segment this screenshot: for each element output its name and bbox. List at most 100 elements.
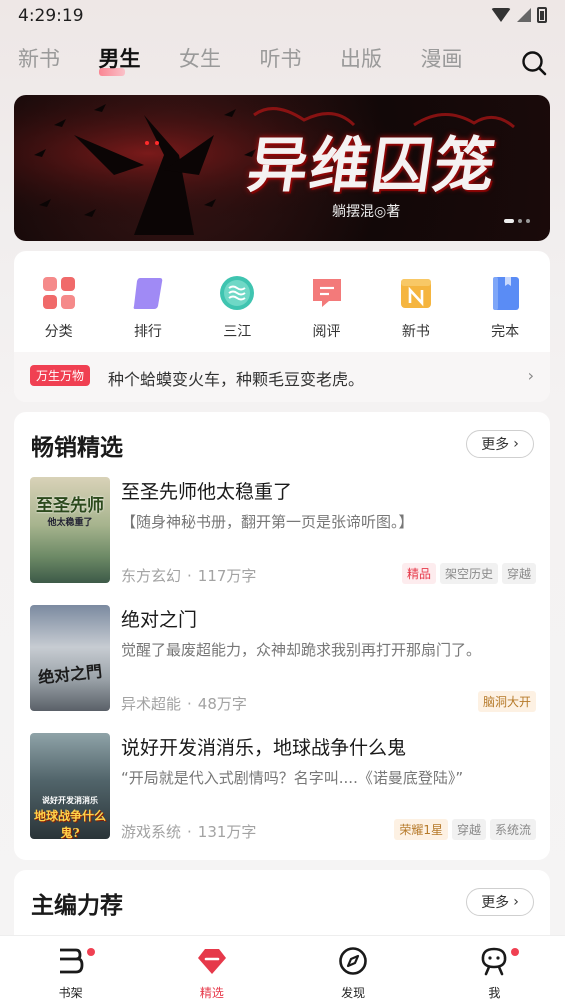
status-icons	[491, 7, 547, 23]
book-tag: 架空历史	[439, 563, 498, 584]
quick-nav-label: 三江	[223, 324, 252, 340]
bottom-nav: 书架 精选 发现 我	[0, 935, 565, 1004]
tab-label: 新书	[18, 47, 60, 71]
tab-label: 女生	[179, 47, 221, 71]
book-tag: 荣耀1星	[394, 819, 448, 840]
nav-bookshelf[interactable]: 书架	[0, 936, 141, 1004]
grid-icon	[42, 277, 75, 309]
book-item[interactable]: 至圣先师 他太稳重了 至圣先师他太稳重了 【随身神秘书册，翻开第一页是张谛听图。…	[30, 477, 536, 585]
quick-nav-new-book[interactable]: 新书	[371, 275, 460, 341]
status-time: 4:29:19	[18, 6, 84, 26]
notification-badge	[511, 948, 519, 956]
nav-label: 我	[488, 986, 501, 1000]
promo-banner[interactable]: 异维囚笼 躺摆混◎著	[14, 95, 550, 241]
cover-title: 地球战争什么鬼?	[34, 809, 107, 839]
banner-author: 躺摆混◎著	[332, 204, 401, 220]
book-description: 觉醒了最废超能力，众神却跪求我别再打开那扇门了。	[121, 641, 482, 659]
quick-nav-label: 完本	[491, 324, 520, 340]
tab-male[interactable]: 男生	[98, 44, 180, 78]
nav-label: 书架	[58, 986, 83, 1000]
wifi-icon	[491, 8, 511, 22]
finished-book-icon	[493, 277, 520, 310]
banner-pagination	[504, 219, 530, 223]
quick-nav-label: 阅评	[312, 324, 341, 340]
chevron-right-icon: ›	[513, 894, 519, 910]
review-icon	[312, 279, 341, 307]
book-title: 说好开发消消乐，地球战争什么鬼	[121, 737, 407, 759]
book-meta: 东方玄幻 · 117万字	[121, 567, 257, 585]
quick-nav-finished[interactable]: 完本	[460, 275, 549, 341]
battery-icon	[537, 7, 547, 23]
book-cover: 绝对之門	[30, 605, 110, 711]
pagination-dot	[526, 219, 530, 223]
announcement-bar[interactable]: 万生万物 种个蛤蟆变火车，种颗毛豆变老虎。 ›	[14, 352, 550, 402]
chevron-right-icon: ›	[513, 436, 519, 452]
book-genre: 异术超能	[121, 695, 182, 713]
book-tags: 荣耀1星 穿越 系统流	[394, 819, 536, 840]
nav-featured[interactable]: 精选	[141, 936, 282, 1004]
cover-subtitle: 说好开发消消乐	[42, 795, 98, 805]
book-meta: 异术超能 · 48万字	[121, 695, 247, 713]
bestseller-section: 畅销精选 更多 › 至圣先师 他太稳重了 至圣先师他太稳重了 【随身神秘书册，翻…	[14, 412, 550, 860]
book-description: “开局就是代入式剧情吗？名字叫....《诺曼底登陆》”	[121, 769, 464, 787]
compass-icon	[339, 947, 367, 975]
featured-icon	[197, 949, 226, 974]
tab-comics[interactable]: 漫画	[421, 44, 502, 78]
nav-discover[interactable]: 发现	[283, 936, 424, 1004]
category-tabs: 新书 男生 女生 听书 出版 漫画	[18, 44, 501, 78]
search-icon[interactable]	[521, 50, 547, 76]
quick-nav-label: 排行	[133, 324, 162, 340]
status-bar: 4:29:19	[0, 0, 565, 34]
tab-label: 漫画	[420, 47, 463, 71]
book-genre: 游戏系统	[121, 823, 182, 841]
book-tags: 精品 架空历史 穿越	[401, 563, 536, 584]
profile-icon	[482, 947, 507, 976]
quick-nav-sanjiang[interactable]: 三江	[193, 275, 282, 341]
book-word-count: 131万字	[197, 823, 257, 841]
bookshelf-icon	[59, 948, 84, 974]
pagination-dot	[518, 219, 522, 223]
book-item[interactable]: 说好开发消消乐 地球战争什么鬼? 说好开发消消乐，地球战争什么鬼 “开局就是代入…	[30, 733, 536, 841]
banner-title: 异维囚笼	[243, 131, 502, 201]
more-button[interactable]: 更多 ›	[466, 888, 534, 916]
book-tag: 脑洞大开	[477, 691, 536, 712]
more-button[interactable]: 更多 ›	[466, 430, 534, 458]
quick-nav-category[interactable]: 分类	[14, 275, 103, 341]
quick-nav-review[interactable]: 阅评	[282, 275, 371, 341]
book-title: 绝对之门	[121, 609, 198, 631]
quick-nav-card: 分类 排行 三江 阅评 新书 完本 万生万物 种个蛤蟆变火车，种颗毛豆变老虎。 …	[14, 251, 550, 402]
section-title: 畅销精选	[31, 435, 123, 461]
cover-title: 绝对之門	[37, 661, 103, 688]
rank-icon	[133, 278, 163, 309]
tab-label: 男生	[98, 47, 141, 71]
quick-nav-grid: 分类 排行 三江 阅评 新书 完本	[14, 275, 550, 341]
chevron-right-icon: ›	[527, 366, 534, 385]
tab-female[interactable]: 女生	[179, 44, 260, 78]
cover-subtitle: 他太稳重了	[47, 518, 93, 528]
quick-nav-rank[interactable]: 排行	[103, 275, 192, 341]
book-meta: 游戏系统 · 131万字	[121, 823, 257, 841]
book-description: 【随身神秘书册，翻开第一页是张谛听图。】	[121, 513, 414, 531]
sanjiang-icon	[220, 276, 255, 310]
more-label: 更多	[481, 437, 510, 453]
book-tag: 系统流	[489, 819, 536, 840]
tab-audio[interactable]: 听书	[260, 44, 341, 78]
book-item[interactable]: 绝对之門 绝对之门 觉醒了最废超能力，众神却跪求我别再打开那扇门了。 异术超能 ·…	[30, 605, 536, 713]
quick-nav-label: 分类	[44, 324, 73, 340]
tab-new[interactable]: 新书	[18, 44, 99, 78]
new-book-icon	[400, 279, 431, 308]
announcement-text: 种个蛤蟆变火车，种颗毛豆变老虎。	[108, 370, 365, 389]
quick-nav-label: 新书	[401, 324, 430, 340]
nav-label: 发现	[341, 986, 366, 1000]
nav-profile[interactable]: 我	[424, 936, 565, 1004]
book-cover: 至圣先师 他太稳重了	[30, 477, 110, 583]
announcement-tag: 万生万物	[30, 365, 91, 386]
book-tag: 穿越	[451, 819, 486, 840]
book-tags: 脑洞大开	[477, 691, 536, 712]
book-word-count: 117万字	[197, 567, 257, 585]
tab-publish[interactable]: 出版	[340, 44, 421, 78]
signal-icon	[517, 8, 531, 22]
tab-label: 出版	[340, 47, 382, 71]
notification-badge	[87, 948, 96, 956]
cover-title: 至圣先师	[36, 496, 104, 516]
